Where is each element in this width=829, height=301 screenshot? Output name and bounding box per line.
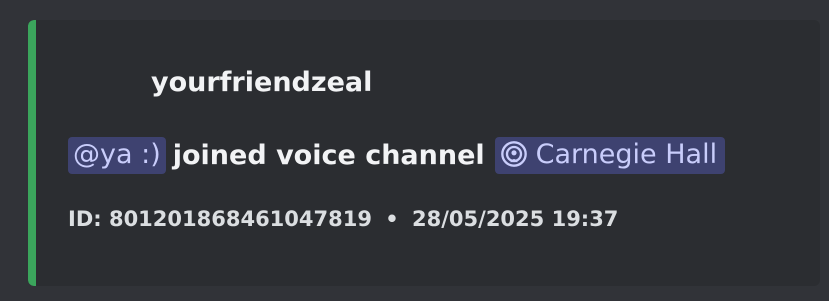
action-text: joined voice channel: [172, 139, 485, 171]
channel-mention[interactable]: Carnegie Hall: [494, 136, 726, 174]
channel-name: Carnegie Hall: [535, 138, 718, 170]
footer-id: ID: 801201868461047819: [68, 207, 372, 231]
footer-separator: •: [385, 207, 399, 231]
log-embed: yourfriendzeal @ya :) joined voice chann…: [28, 20, 820, 286]
embed-description: @ya :) joined voice channel Carnegie Hal…: [68, 131, 726, 179]
user-mention[interactable]: @ya :): [68, 136, 166, 174]
voice-stage-icon: [500, 141, 527, 167]
embed-author[interactable]: yourfriendzeal: [151, 67, 372, 98]
embed-accent-bar: [28, 20, 36, 286]
embed-footer: ID: 801201868461047819 • 28/05/2025 19:3…: [68, 207, 618, 231]
footer-timestamp: 28/05/2025 19:37: [412, 207, 619, 231]
message-area: yourfriendzeal @ya :) joined voice chann…: [0, 0, 829, 301]
